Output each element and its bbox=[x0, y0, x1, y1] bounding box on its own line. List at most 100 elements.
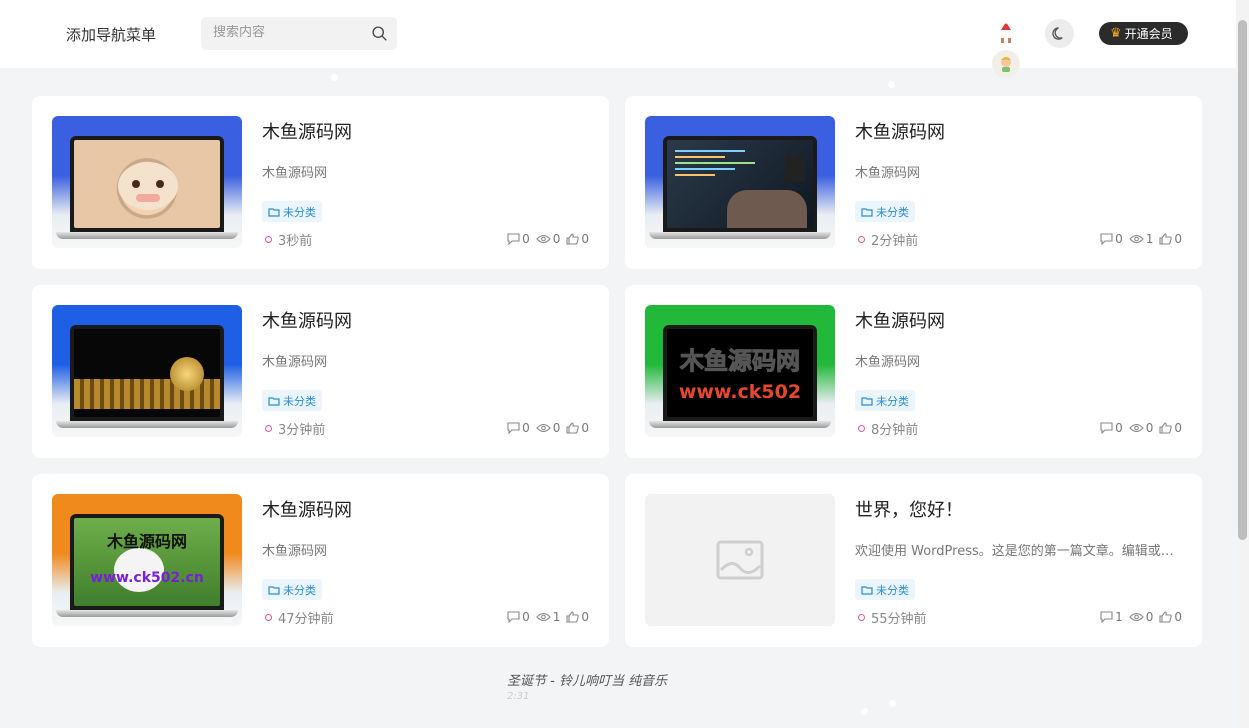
music-player-title[interactable]: 圣诞节 - 铃儿响叮当 纯音乐 bbox=[507, 670, 667, 689]
post-card[interactable]: 木鱼源码网 木鱼源码网 未分类 3分钟前 0 0 0 bbox=[32, 285, 609, 458]
comment-icon bbox=[507, 611, 520, 623]
user-avatar[interactable] bbox=[992, 50, 1020, 78]
post-title[interactable]: 木鱼源码网 bbox=[262, 118, 352, 144]
post-stats: 0 0 0 bbox=[507, 421, 589, 435]
post-card[interactable]: 木鱼源码网 www.ck502.cn 木鱼源码网 木鱼源码网 未分类 47分钟前… bbox=[32, 474, 609, 647]
post-excerpt: 木鱼源码网 bbox=[855, 166, 921, 181]
view-stat: 0 bbox=[535, 232, 560, 246]
category-tag[interactable]: 未分类 bbox=[262, 390, 322, 411]
comment-stat[interactable]: 0 bbox=[507, 421, 530, 435]
category-label: 未分类 bbox=[876, 583, 909, 597]
view-stat: 1 bbox=[1128, 232, 1153, 246]
comment-count: 0 bbox=[522, 232, 530, 246]
view-stat: 0 bbox=[535, 421, 561, 435]
comment-stat[interactable]: 0 bbox=[1100, 232, 1123, 246]
like-stat[interactable]: 0 bbox=[566, 610, 589, 624]
post-thumbnail[interactable] bbox=[645, 116, 835, 248]
comment-count: 0 bbox=[522, 421, 530, 435]
post-time: 2分钟前 bbox=[858, 230, 918, 249]
category-label: 未分类 bbox=[876, 394, 909, 408]
post-card[interactable]: 世界，您好！ 欢迎使用 WordPress。这是您的第一篇文章。编辑或删除它，然… bbox=[625, 474, 1202, 647]
dark-mode-toggle[interactable] bbox=[1045, 19, 1074, 48]
post-time-label: 3秒前 bbox=[278, 234, 313, 249]
laptop-base bbox=[649, 421, 831, 428]
post-thumbnail[interactable] bbox=[52, 116, 242, 248]
like-stat[interactable]: 0 bbox=[1159, 232, 1182, 246]
comment-count: 0 bbox=[1115, 232, 1123, 246]
vip-label: 开通会员 bbox=[1124, 27, 1173, 41]
post-card[interactable]: 木鱼源码网 www.ck502 木鱼源码网 木鱼源码网 未分类 8分钟前 0 0 bbox=[625, 285, 1202, 458]
post-time: 47分钟前 bbox=[265, 608, 334, 627]
post-time-label: 2分钟前 bbox=[871, 234, 919, 249]
post-thumbnail[interactable]: 木鱼源码网 www.ck502.cn bbox=[52, 494, 242, 626]
post-card[interactable]: 木鱼源码网 木鱼源码网 未分类 3秒前 0 0 0 bbox=[32, 96, 609, 269]
like-stat[interactable]: 0 bbox=[566, 421, 589, 435]
post-title[interactable]: 木鱼源码网 bbox=[262, 307, 352, 333]
image-icon bbox=[716, 540, 764, 580]
comment-count: 0 bbox=[1115, 421, 1123, 435]
category-tag[interactable]: 未分类 bbox=[262, 201, 322, 222]
santa-icon bbox=[995, 20, 1017, 44]
post-thumbnail[interactable]: 木鱼源码网 www.ck502 bbox=[645, 305, 835, 437]
comment-stat[interactable]: 0 bbox=[507, 610, 530, 624]
search-icon[interactable] bbox=[371, 25, 388, 42]
scrollbar[interactable] bbox=[1236, 0, 1249, 728]
category-tag[interactable]: 未分类 bbox=[855, 579, 915, 600]
post-title[interactable]: 木鱼源码网 bbox=[262, 496, 352, 522]
category-label: 未分类 bbox=[876, 205, 909, 219]
post-excerpt: 木鱼源码网 bbox=[262, 166, 328, 181]
nav-menu-add[interactable]: 添加导航菜单 bbox=[66, 24, 156, 45]
comment-stat[interactable]: 1 bbox=[1100, 610, 1123, 624]
comment-stat[interactable]: 0 bbox=[1100, 421, 1123, 435]
category-tag[interactable]: 未分类 bbox=[262, 579, 322, 600]
comment-icon bbox=[1100, 233, 1113, 245]
post-title[interactable]: 世界，您好！ bbox=[855, 496, 963, 522]
thumbnail-caption: www.ck502 bbox=[678, 381, 802, 403]
view-count: 0 bbox=[552, 421, 561, 435]
post-stats: 0 1 0 bbox=[1100, 232, 1182, 246]
post-time: 3秒前 bbox=[265, 230, 312, 249]
post-title[interactable]: 木鱼源码网 bbox=[855, 118, 945, 144]
like-stat[interactable]: 0 bbox=[566, 232, 589, 246]
folder-icon bbox=[861, 396, 873, 406]
time-dot-icon bbox=[265, 236, 272, 243]
folder-icon bbox=[268, 207, 280, 217]
view-count: 0 bbox=[1145, 421, 1154, 435]
category-tag[interactable]: 未分类 bbox=[855, 390, 915, 411]
time-dot-icon bbox=[858, 425, 865, 432]
like-count: 0 bbox=[581, 232, 589, 246]
post-time-label: 8分钟前 bbox=[871, 423, 919, 438]
thumbs-up-icon bbox=[1159, 611, 1173, 623]
thumbs-up-icon bbox=[566, 233, 580, 245]
thumbnail-placeholder[interactable] bbox=[645, 494, 835, 626]
category-label: 未分类 bbox=[283, 583, 316, 597]
time-dot-icon bbox=[858, 614, 865, 621]
thumbnail-caption: 木鱼源码网 bbox=[680, 347, 801, 376]
post-card[interactable]: 木鱼源码网 木鱼源码网 未分类 2分钟前 0 1 0 bbox=[625, 96, 1202, 269]
top-header: 添加导航菜单 ♛ 开通会员 bbox=[0, 0, 1236, 78]
comment-stat[interactable]: 0 bbox=[507, 232, 530, 246]
view-stat: 0 bbox=[1128, 610, 1153, 624]
thumbnail-caption: 木鱼源码网 bbox=[106, 532, 187, 551]
search-input[interactable] bbox=[213, 25, 363, 40]
folder-icon bbox=[861, 207, 873, 217]
post-time-label: 55分钟前 bbox=[871, 612, 927, 627]
laptop-base bbox=[649, 232, 831, 239]
eye-icon bbox=[535, 423, 551, 433]
laptop-frame bbox=[70, 325, 224, 421]
laptop-frame: 木鱼源码网 www.ck502 bbox=[663, 325, 817, 421]
post-thumbnail[interactable] bbox=[52, 305, 242, 437]
like-count: 0 bbox=[1174, 232, 1182, 246]
post-stats: 0 0 0 bbox=[1100, 421, 1182, 435]
like-count: 0 bbox=[581, 610, 589, 624]
vip-button[interactable]: ♛ 开通会员 bbox=[1099, 22, 1188, 45]
like-stat[interactable]: 0 bbox=[1159, 610, 1182, 624]
scrollbar-thumb[interactable] bbox=[1238, 20, 1247, 540]
search-box[interactable] bbox=[201, 17, 397, 50]
eye-icon bbox=[535, 234, 551, 244]
post-title[interactable]: 木鱼源码网 bbox=[855, 307, 945, 333]
like-stat[interactable]: 0 bbox=[1159, 421, 1182, 435]
post-excerpt: 木鱼源码网 bbox=[855, 355, 921, 370]
comment-count: 1 bbox=[1115, 610, 1123, 624]
category-tag[interactable]: 未分类 bbox=[855, 201, 915, 222]
